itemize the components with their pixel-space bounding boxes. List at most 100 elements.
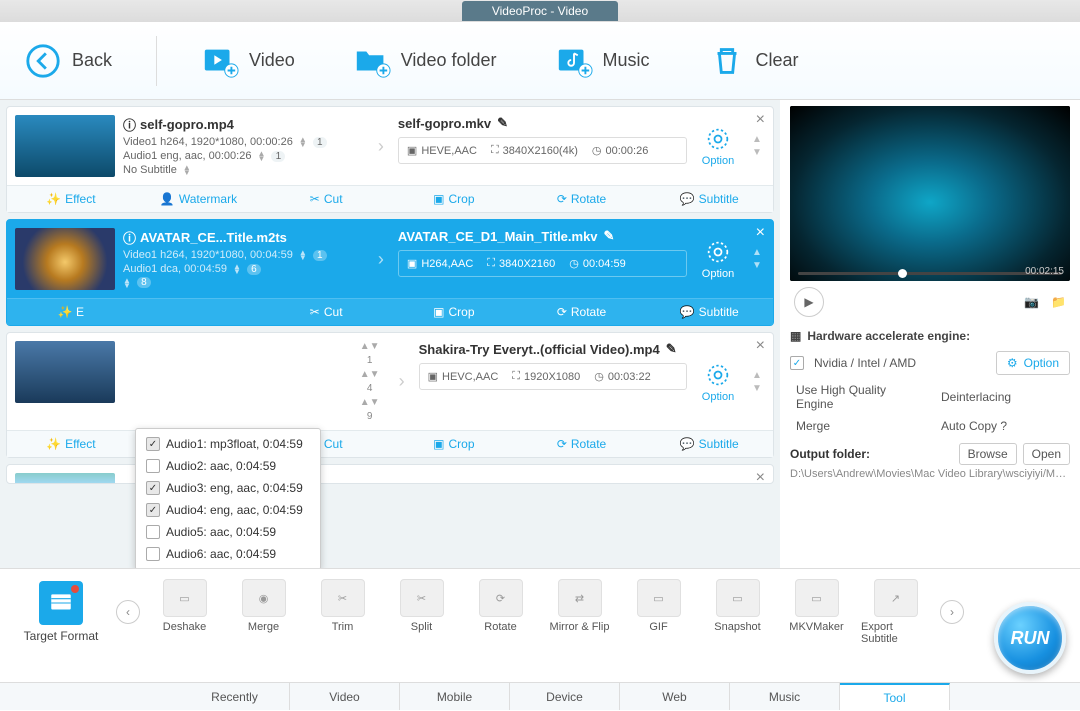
open-button[interactable]: Open bbox=[1023, 443, 1070, 465]
thumbnail[interactable] bbox=[15, 115, 115, 177]
edit-icon[interactable]: ✎ bbox=[497, 115, 508, 131]
preview-player[interactable]: 00:02:15 bbox=[790, 106, 1070, 281]
spinner-icon[interactable]: ▲▼ bbox=[257, 151, 265, 161]
option-label: Option bbox=[702, 155, 734, 167]
nvidia-checkbox[interactable] bbox=[790, 356, 804, 370]
spinner-icon[interactable]: ▲▼ bbox=[299, 137, 307, 147]
checkbox-icon[interactable] bbox=[146, 525, 160, 539]
checkbox-icon[interactable] bbox=[146, 547, 160, 561]
spinner-icon[interactable]: ▲▼ bbox=[299, 250, 307, 260]
spinner-icon[interactable]: ▲▼ bbox=[360, 369, 380, 380]
video-card[interactable]: × bbox=[6, 464, 774, 484]
run-button[interactable]: RUN bbox=[994, 602, 1066, 674]
seek-bar[interactable] bbox=[798, 272, 1062, 275]
subtitle-button[interactable]: 💬 Subtitle bbox=[645, 186, 773, 212]
hw-option-button[interactable]: ⚙Option bbox=[996, 351, 1070, 375]
rotate-button[interactable]: ⟳ Rotate bbox=[518, 186, 646, 212]
tab-tool[interactable]: Tool bbox=[840, 683, 950, 710]
audio-option[interactable]: Audio6: aac, 0:04:59 bbox=[136, 543, 320, 565]
play-button[interactable]: ▶ bbox=[794, 287, 824, 317]
spinner-icon[interactable]: ▲▼ bbox=[233, 264, 241, 274]
subtitle-button[interactable]: 💬 Subtitle bbox=[645, 299, 773, 325]
add-video-button[interactable]: Video bbox=[187, 34, 309, 88]
video-stream-label: Video1 h264, 1920*1080, 00:04:59 bbox=[123, 249, 293, 261]
audio-option[interactable]: Audio5: aac, 0:04:59 bbox=[136, 521, 320, 543]
close-icon[interactable]: × bbox=[756, 111, 765, 129]
clear-button[interactable]: Clear bbox=[694, 34, 813, 88]
target-format-label: Target Format bbox=[24, 629, 99, 643]
codec-option-button[interactable]: Option bbox=[695, 341, 741, 422]
effect-button[interactable]: ✨ Effect bbox=[7, 431, 135, 457]
codec-option-button[interactable]: Option bbox=[695, 115, 741, 177]
cut-button[interactable]: ✂ Cut bbox=[262, 299, 390, 325]
tab-web[interactable]: Web bbox=[620, 683, 730, 710]
hq-checkbox-row[interactable]: Use High Quality Engine bbox=[790, 383, 925, 411]
add-folder-button[interactable]: Video folder bbox=[339, 34, 511, 88]
checkbox-icon[interactable] bbox=[146, 459, 160, 473]
tab-music[interactable]: Music bbox=[730, 683, 840, 710]
toolbox-merge[interactable]: ◉Merge bbox=[229, 579, 298, 645]
browse-button[interactable]: Browse bbox=[959, 443, 1017, 465]
tab-device[interactable]: Device bbox=[510, 683, 620, 710]
add-music-button[interactable]: Music bbox=[541, 34, 664, 88]
edit-icon[interactable]: ✎ bbox=[666, 341, 677, 357]
toolbox-rotate[interactable]: ⟳Rotate bbox=[466, 579, 535, 645]
target-format-button[interactable]: Target Format bbox=[16, 581, 106, 643]
toolbox-export-subtitle[interactable]: ↗Export Subtitle bbox=[861, 579, 930, 645]
video-card[interactable]: × xxxx ▲▼1 ▲▼4 ▲▼9 › Shakira-Try Everyt.… bbox=[6, 332, 774, 458]
toolbox-snapshot[interactable]: ▭Snapshot bbox=[703, 579, 772, 645]
merge-checkbox-row[interactable]: Merge bbox=[790, 419, 925, 433]
tab-video[interactable]: Video bbox=[290, 683, 400, 710]
snapshot-icon[interactable]: 📷 bbox=[1024, 295, 1039, 309]
checkbox-icon[interactable]: ✓ bbox=[146, 481, 160, 495]
toolbox-gif[interactable]: ▭GIF bbox=[624, 579, 693, 645]
back-button[interactable]: Back bbox=[10, 34, 126, 88]
audio-option[interactable]: ✓Audio4: eng, aac, 0:04:59 bbox=[136, 499, 320, 521]
video-count: 1 bbox=[313, 137, 327, 148]
audio-option[interactable]: ✓Audio3: eng, aac, 0:04:59 bbox=[136, 477, 320, 499]
close-icon[interactable]: × bbox=[756, 469, 765, 484]
toolbox-prev[interactable]: ‹ bbox=[116, 600, 140, 624]
checkbox-icon[interactable]: ✓ bbox=[146, 503, 160, 517]
audio-option[interactable]: Audio2: aac, 0:04:59 bbox=[136, 455, 320, 477]
toolbox-mkvmaker[interactable]: ▭MKVMaker bbox=[782, 579, 851, 645]
audio-track-dropdown[interactable]: ✓Audio1: mp3float, 0:04:59 Audio2: aac, … bbox=[135, 428, 321, 568]
crop-button[interactable]: ▣ Crop bbox=[390, 186, 518, 212]
thumbnail[interactable] bbox=[15, 473, 115, 484]
checkbox-icon[interactable]: ✓ bbox=[146, 437, 160, 451]
spinner-icon[interactable]: ▲▼ bbox=[123, 278, 131, 288]
toolbox-next[interactable]: › bbox=[940, 600, 964, 624]
thumbnail[interactable] bbox=[15, 341, 115, 403]
tab-recently[interactable]: Recently bbox=[180, 683, 290, 710]
close-icon[interactable]: × bbox=[756, 224, 765, 242]
toolbox-mirror[interactable]: ⇄Mirror & Flip bbox=[545, 579, 614, 645]
toolbox-split[interactable]: ✂Split bbox=[387, 579, 456, 645]
codec-option-button[interactable]: Option bbox=[695, 228, 741, 290]
audio-count: 1 bbox=[271, 151, 285, 162]
edit-icon[interactable]: ✎ bbox=[604, 228, 615, 244]
effect-button[interactable]: ✨ Effect bbox=[7, 186, 135, 212]
deinterlace-checkbox-row[interactable]: Deinterlacing bbox=[935, 383, 1070, 411]
watermark-button[interactable]: 👤 Watermark bbox=[135, 186, 263, 212]
rotate-button[interactable]: ⟳ Rotate bbox=[518, 431, 646, 457]
toolbox-deshake[interactable]: ▭Deshake bbox=[150, 579, 219, 645]
audio-option[interactable]: ✓Audio1: mp3float, 0:04:59 bbox=[136, 433, 320, 455]
open-folder-icon[interactable]: 📁 bbox=[1051, 295, 1066, 309]
effect-button[interactable]: ✨ E bbox=[7, 299, 135, 325]
subtitle-button[interactable]: 💬 Subtitle bbox=[645, 431, 773, 457]
watermark-button[interactable] bbox=[135, 299, 263, 325]
thumbnail[interactable] bbox=[15, 228, 115, 290]
spinner-icon[interactable]: ▲▼ bbox=[360, 341, 380, 352]
spinner-icon[interactable]: ▲▼ bbox=[360, 397, 380, 408]
video-card[interactable]: × ⓘAVATAR_CE...Title.m2ts Video1 h264, 1… bbox=[6, 219, 774, 326]
video-card[interactable]: × ⓘself-gopro.mp4 Video1 h264, 1920*1080… bbox=[6, 106, 774, 213]
tab-mobile[interactable]: Mobile bbox=[400, 683, 510, 710]
rotate-button[interactable]: ⟳ Rotate bbox=[518, 299, 646, 325]
close-icon[interactable]: × bbox=[756, 337, 765, 355]
toolbox-trim[interactable]: ✂Trim bbox=[308, 579, 377, 645]
cut-button[interactable]: ✂ Cut bbox=[262, 186, 390, 212]
crop-button[interactable]: ▣ Crop bbox=[390, 431, 518, 457]
spinner-icon[interactable]: ▲▼ bbox=[183, 165, 191, 175]
crop-button[interactable]: ▣ Crop bbox=[390, 299, 518, 325]
autocopy-checkbox-row[interactable]: Auto Copy ? bbox=[935, 419, 1070, 433]
